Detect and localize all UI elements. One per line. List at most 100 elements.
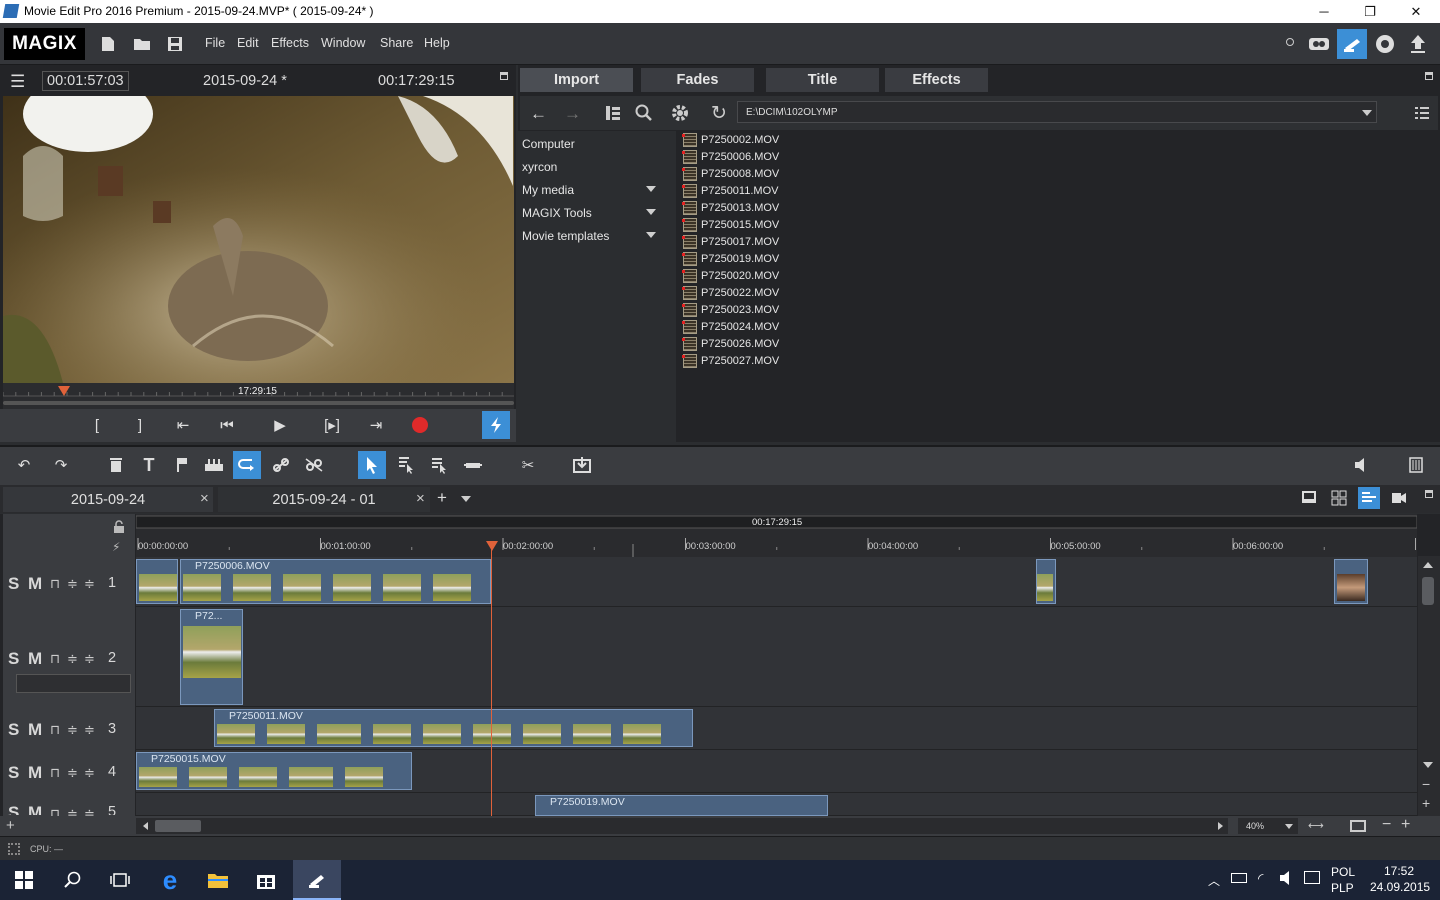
file-item[interactable]: P7250024.MOV bbox=[682, 318, 779, 335]
windows-start-icon[interactable] bbox=[0, 860, 48, 900]
arrange-icon[interactable]: ≑ bbox=[67, 652, 79, 665]
timeline-clip[interactable]: P7250019.MOV bbox=[535, 795, 828, 816]
speaker-icon[interactable] bbox=[1279, 870, 1295, 886]
chevron-down-icon[interactable] bbox=[1285, 824, 1293, 829]
storyboard-view-icon[interactable] bbox=[1331, 490, 1347, 506]
add-track-button[interactable]: + bbox=[6, 817, 15, 834]
timeline-clip[interactable]: P7250015.MOV bbox=[136, 752, 412, 790]
ripple-mode-icon[interactable] bbox=[392, 451, 420, 479]
stretch-icon[interactable] bbox=[459, 451, 487, 479]
keyboard-layout[interactable]: PLP bbox=[1331, 881, 1354, 895]
track-row-2[interactable] bbox=[136, 607, 1417, 707]
track-solo-mute[interactable]: S M bbox=[8, 720, 44, 740]
nav-magix-tools[interactable]: MAGIX Tools bbox=[522, 206, 592, 220]
timeline-clip[interactable]: P72... bbox=[180, 609, 243, 705]
list-view-icon[interactable] bbox=[1409, 100, 1435, 126]
timeline-clip[interactable] bbox=[1036, 559, 1056, 604]
single-view-icon[interactable] bbox=[1302, 491, 1316, 503]
track-solo-mute[interactable]: S M bbox=[8, 763, 44, 783]
path-dropdown[interactable]: E:\DCIM\102OLYMP bbox=[737, 101, 1377, 123]
task-view-icon[interactable] bbox=[96, 860, 144, 900]
play-range-button[interactable]: [▸] bbox=[317, 413, 347, 437]
menu-effects[interactable]: Effects bbox=[271, 36, 309, 50]
scroll-left-icon[interactable] bbox=[143, 822, 148, 830]
pointer-icon[interactable] bbox=[358, 451, 386, 479]
timeline-clip[interactable] bbox=[1334, 559, 1368, 604]
tab-import[interactable]: Import bbox=[520, 68, 633, 92]
menu-edit[interactable]: Edit bbox=[237, 36, 259, 50]
file-item[interactable]: P7250022.MOV bbox=[682, 284, 779, 301]
new-file-icon[interactable] bbox=[95, 31, 121, 57]
wifi-icon[interactable]: ◜ bbox=[1258, 870, 1263, 887]
close-tab-icon[interactable]: × bbox=[200, 490, 209, 507]
timeline-clip[interactable]: P7250011.MOV bbox=[214, 709, 693, 747]
multi-track-icon[interactable] bbox=[425, 451, 453, 479]
scroll-down-icon[interactable] bbox=[1423, 762, 1433, 768]
clock-date[interactable]: 24.09.2015 bbox=[1370, 880, 1430, 894]
menu-file[interactable]: File bbox=[205, 36, 225, 50]
file-explorer-icon[interactable] bbox=[194, 860, 242, 900]
nav-my-media[interactable]: My media bbox=[522, 183, 574, 197]
search-icon[interactable] bbox=[48, 860, 96, 900]
upload-icon[interactable] bbox=[1405, 31, 1431, 57]
track-solo-mute[interactable]: S M bbox=[8, 574, 44, 594]
arrange-icon[interactable]: ≑ bbox=[67, 807, 79, 816]
horizontal-scroll-thumb[interactable] bbox=[155, 820, 201, 832]
tab-title[interactable]: Title bbox=[766, 68, 879, 92]
arrange-icon[interactable]: ≑ bbox=[67, 577, 79, 590]
video-preview-frame[interactable] bbox=[3, 96, 514, 383]
track-name-field[interactable] bbox=[16, 674, 131, 693]
volume-icon[interactable] bbox=[1348, 451, 1376, 479]
movie-mode-icon[interactable] bbox=[1337, 29, 1367, 59]
dot-icon[interactable] bbox=[1286, 38, 1294, 46]
file-item[interactable]: P7250017.MOV bbox=[682, 233, 779, 250]
track-solo-mute[interactable]: S M bbox=[8, 649, 44, 669]
redo-icon[interactable]: ↷ bbox=[47, 451, 75, 479]
menu-hamburger-icon[interactable]: ☰ bbox=[10, 72, 25, 92]
tab-arrangement-2[interactable]: 2015-09-24 - 01 bbox=[218, 487, 430, 512]
chevron-down-icon[interactable] bbox=[461, 496, 471, 502]
add-tab-button[interactable]: + bbox=[437, 488, 447, 508]
mixer-icon[interactable] bbox=[1402, 451, 1430, 479]
scene-view-icon[interactable] bbox=[1391, 490, 1407, 506]
lock-small-icon[interactable]: ⊓ bbox=[50, 723, 62, 736]
maximize-button[interactable]: ❐ bbox=[1347, 0, 1393, 23]
flash-icon[interactable] bbox=[482, 411, 510, 439]
gear-icon[interactable] bbox=[667, 100, 693, 126]
file-item[interactable]: P7250008.MOV bbox=[682, 165, 779, 182]
collapse-icon[interactable]: ≑ bbox=[84, 723, 96, 736]
loop-icon[interactable] bbox=[233, 451, 261, 479]
store-icon[interactable] bbox=[242, 860, 290, 900]
scroll-up-icon[interactable] bbox=[1423, 562, 1433, 568]
edge-browser-icon[interactable]: e bbox=[146, 860, 194, 900]
marker-icon[interactable] bbox=[168, 451, 196, 479]
chevron-down-icon[interactable] bbox=[646, 232, 656, 238]
collapse-icon[interactable]: ≑ bbox=[84, 577, 96, 590]
save-icon[interactable] bbox=[162, 31, 188, 57]
undock-icon[interactable] bbox=[500, 72, 508, 80]
open-folder-icon[interactable] bbox=[129, 31, 155, 57]
chevron-down-icon[interactable] bbox=[1362, 110, 1372, 116]
chevron-down-icon[interactable] bbox=[646, 186, 656, 192]
tray-chevron-icon[interactable]: ︿ bbox=[1208, 872, 1220, 889]
arrange-icon[interactable]: ≑ bbox=[67, 766, 79, 779]
delete-icon[interactable] bbox=[102, 451, 130, 479]
refresh-icon[interactable]: ↻ bbox=[711, 102, 727, 125]
pool-undock-icon[interactable] bbox=[1425, 72, 1433, 80]
lock-small-icon[interactable]: ⊓ bbox=[50, 577, 62, 590]
lock-small-icon[interactable]: ⊓ bbox=[50, 766, 62, 779]
lock-small-icon[interactable]: ⊓ bbox=[50, 807, 62, 816]
go-to-start-button[interactable]: ⇤ bbox=[168, 413, 198, 437]
horizontal-scrollbar[interactable] bbox=[136, 818, 1228, 834]
zoom-out-icon[interactable]: − bbox=[1382, 816, 1391, 834]
track-zoom-out-icon[interactable]: − bbox=[1422, 776, 1430, 792]
undo-icon[interactable]: ↶ bbox=[10, 451, 38, 479]
file-item[interactable]: P7250015.MOV bbox=[682, 216, 779, 233]
fit-screen-icon[interactable] bbox=[1350, 820, 1366, 832]
language-indicator[interactable]: POL bbox=[1331, 865, 1355, 879]
chevron-down-icon[interactable] bbox=[646, 209, 656, 215]
close-button[interactable]: ✕ bbox=[1393, 0, 1439, 23]
title-icon[interactable]: T bbox=[135, 451, 163, 479]
timeline-undock-icon[interactable] bbox=[1425, 490, 1433, 498]
scroll-right-icon[interactable] bbox=[1218, 822, 1223, 830]
